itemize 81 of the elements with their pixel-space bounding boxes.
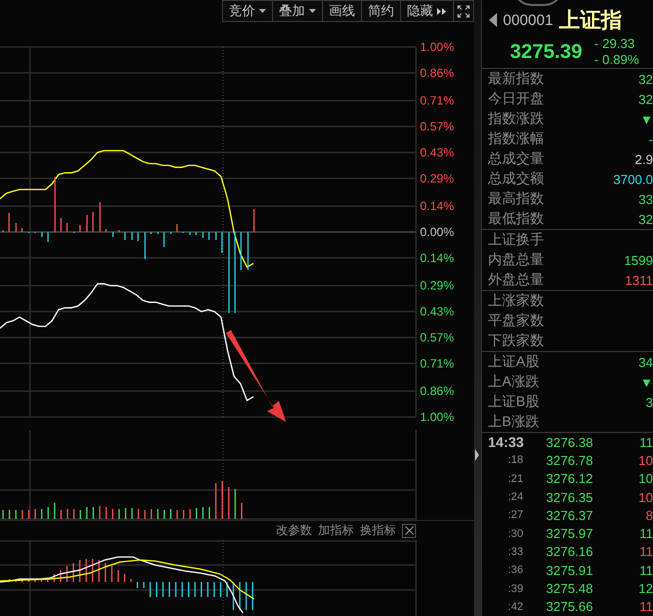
info-value: 3700.0 [613,172,653,186]
info-label: 上B涨跌 [488,413,540,431]
tick-volume: 11 [638,526,653,542]
info-label: 上证B股 [488,393,540,411]
axis-label: 0.71% [420,94,454,108]
tick-price: 3275.97 [546,526,594,542]
info-value: ▼ [640,112,653,126]
axis-label: 0.86% [420,66,454,80]
info-value: 34 [638,354,653,370]
stock-name: 上证指 [559,8,622,34]
info-label: 上证换手 [488,231,544,249]
info-value: 32 [638,212,653,226]
tick-volume: 10 [638,471,653,486]
info-label: 总成交量 [488,150,544,168]
info-value: 1311 [625,272,653,288]
axis-label: 1.00% [420,410,454,424]
tick-volume: 10 [638,452,653,468]
info-label: 上涨家数 [488,292,544,310]
tick-price: 3275.91 [546,562,594,578]
axis-label: 0.14% [420,250,454,265]
percent-change: - 0.89% [594,52,640,68]
tick-price: 3275.48 [546,581,594,596]
axis-label: 0.29% [420,278,454,293]
info-label: 平盘家数 [488,312,544,330]
info-value: 1599 [624,252,653,268]
stock-code: 000001 [503,12,554,28]
tick-volume: 10 [638,490,653,505]
tick-time: :24 [507,491,524,504]
tick-price: 3276.37 [546,508,594,523]
info-label: 总成交额 [488,170,544,188]
tick-time: :27 [507,509,524,522]
info-value: 3 [646,394,653,410]
info-label: 外盘总量 [488,271,544,289]
info-label: 最高指数 [488,190,544,208]
axis-label: 0.71% [420,356,454,370]
tick-volume: 12 [638,581,653,596]
info-value: 32 [638,72,653,86]
tick-price: 3276.35 [546,490,594,505]
axis-label: 1.00% [420,40,454,54]
tick-price: 3275.66 [546,599,594,614]
axis-label: 0.86% [420,384,454,398]
axis-label: 0.29% [420,171,454,186]
axis-label: 0.14% [420,199,454,214]
info-label: 指数涨幅 [488,130,544,148]
info-label: 上证A股 [488,353,540,371]
info-label: 指数涨跌 [488,110,544,128]
info-value: 2.9 [634,152,653,166]
info-label: 上A涨跌 [488,373,540,391]
tick-volume: 11 [638,599,653,614]
axis-label: 0.57% [420,330,454,344]
axis-label: 0.00% [420,225,454,239]
info-label: 今日开盘 [488,90,544,108]
tick-time: :30 [507,528,524,540]
info-value: 33 [638,192,653,206]
axis-label: 0.57% [420,120,454,134]
tick-time: :21 [507,472,524,485]
info-value: ▼ [640,374,653,390]
axis-label: 0.43% [420,304,454,319]
info-label: 下跌家数 [488,332,544,350]
tick-volume: 11 [638,562,653,578]
tick-time: 14:33 [488,434,525,450]
axis-label: 0.43% [420,145,454,160]
tick-volume: 8 [644,508,653,523]
tick-price: 3276.16 [546,544,594,560]
tick-price: 3276.78 [546,452,594,468]
tick-time: :33 [507,546,524,558]
price-change: - 29.33 [594,36,636,52]
tick-time: :42 [507,600,524,613]
info-value: 32 [638,92,653,106]
tick-volume: 11 [638,434,653,450]
info-label: 最低指数 [488,210,544,228]
info-label: 内盘总量 [488,251,544,269]
tick-time: :36 [507,564,524,576]
tick-volume: 11 [638,544,653,560]
info-value: - [648,132,653,146]
tick-time: :18 [507,454,524,466]
current-price: 3275.39 [510,40,582,64]
tick-price: 3276.38 [546,434,594,450]
tick-time: :39 [507,582,524,595]
info-label: 最新指数 [488,70,544,88]
tick-price: 3276.12 [546,471,594,486]
